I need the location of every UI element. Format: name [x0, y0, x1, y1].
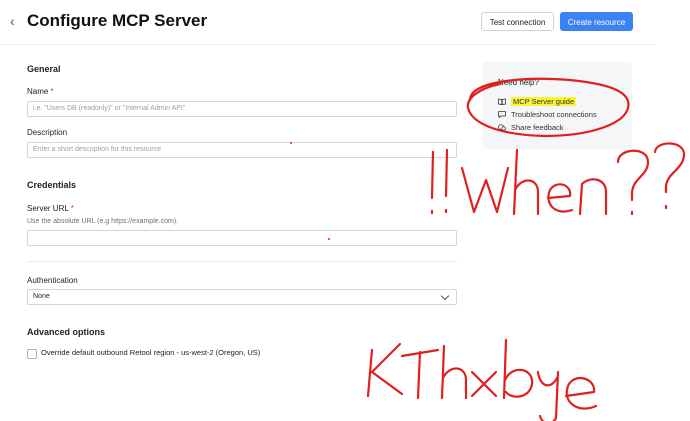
server-url-label: Server URL * — [27, 204, 74, 213]
required-marker: * — [50, 87, 54, 96]
description-placeholder: Enter a short description for this resou… — [33, 146, 162, 153]
name-placeholder: i.e. "Users DB (readonly)" or "Internal … — [33, 105, 186, 112]
help-link-label: Troubleshoot connections — [511, 110, 597, 119]
book-icon — [498, 98, 506, 105]
override-region-checkbox[interactable] — [27, 349, 37, 359]
annotation-x — [470, 370, 498, 398]
annotation-k — [366, 342, 404, 398]
help-panel: Need help? MCP Server guide Troubleshoot… — [483, 62, 632, 149]
test-connection-button[interactable]: Test connection — [481, 12, 554, 31]
authentication-select[interactable]: None — [27, 289, 457, 305]
server-url-hint: Use the absolute URL (e.g https://exampl… — [27, 218, 179, 225]
annotation-h2 — [440, 344, 468, 400]
name-label: Name * — [27, 87, 53, 96]
annotation-n — [578, 178, 608, 216]
annotation-y — [536, 370, 560, 421]
authentication-selected-value: None — [33, 293, 50, 300]
chat-icon — [498, 111, 506, 119]
override-region-label[interactable]: Override default outbound Retool region … — [41, 348, 260, 357]
name-label-text: Name — [27, 87, 49, 96]
name-input[interactable]: i.e. "Users DB (readonly)" or "Internal … — [27, 101, 457, 117]
annotation-e — [546, 183, 574, 213]
annotation-exclaim-1 — [430, 150, 435, 200]
description-input[interactable]: Enter a short description for this resou… — [27, 142, 457, 158]
required-marker: * — [70, 204, 74, 213]
annotation-w — [460, 166, 510, 214]
annotation-dot — [290, 142, 292, 144]
help-title: Need help? — [498, 78, 539, 87]
annotation-b — [502, 338, 534, 400]
annotation-h — [512, 148, 540, 216]
section-divider — [27, 261, 457, 262]
credentials-section-title: Credentials — [27, 180, 77, 190]
help-link-label: MCP Server guide — [511, 97, 577, 106]
chevron-left-icon: ‹ — [10, 13, 15, 29]
annotation-q1 — [616, 149, 650, 202]
chevron-down-icon — [440, 291, 450, 301]
annotation-e2 — [564, 376, 598, 410]
advanced-section-title: Advanced options — [27, 327, 106, 337]
page-title: Configure MCP Server — [27, 11, 208, 30]
create-resource-button[interactable]: Create resource — [560, 12, 633, 31]
general-section-title: General — [27, 64, 61, 74]
description-label: Description — [27, 128, 68, 137]
annotation-t — [400, 348, 440, 400]
server-url-input[interactable] — [27, 230, 457, 246]
help-link-label: Share feedback — [511, 123, 564, 132]
annotation-q2 — [653, 142, 686, 194]
page-header: ‹ Configure MCP Server Test connection C… — [0, 0, 655, 45]
back-button[interactable]: ‹ — [10, 12, 24, 30]
annotation-dot — [328, 238, 330, 240]
server-url-label-text: Server URL — [27, 204, 69, 213]
feedback-icon — [498, 124, 506, 131]
authentication-label: Authentication — [27, 276, 78, 285]
